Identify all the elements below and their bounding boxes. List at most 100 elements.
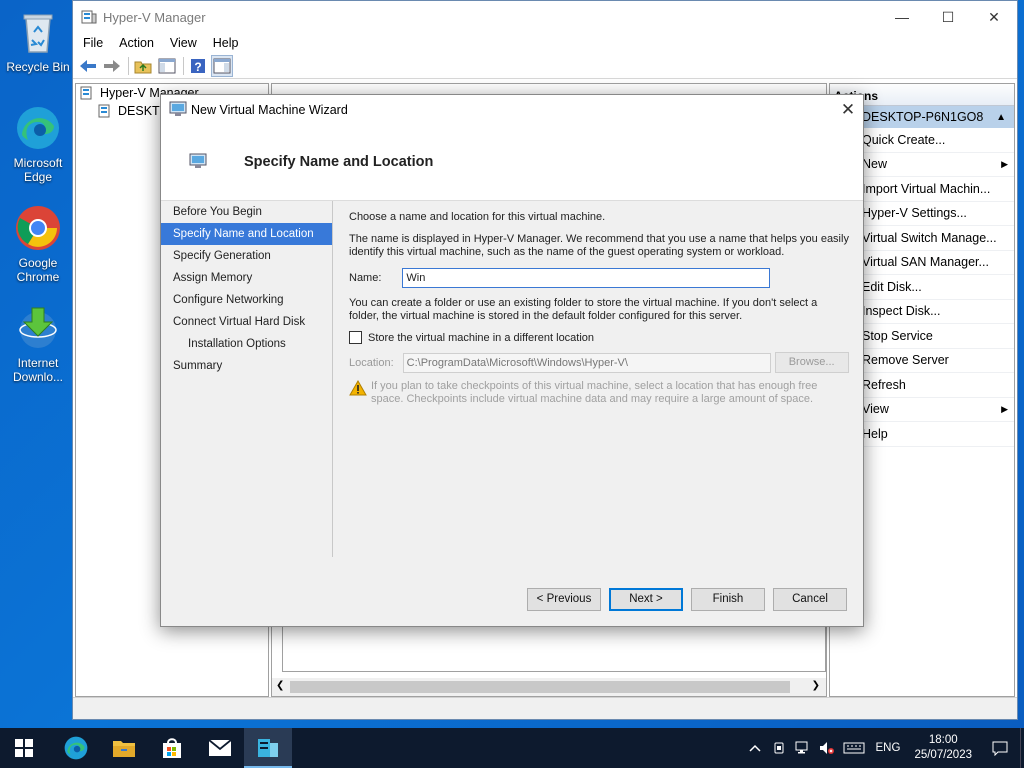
taskbar-file-explorer[interactable] xyxy=(100,728,148,768)
svg-text:?: ? xyxy=(194,60,201,74)
taskbar-hyperv-manager[interactable] xyxy=(244,728,292,768)
toolbar-separator xyxy=(183,56,184,75)
notifications-icon[interactable] xyxy=(982,740,1018,756)
wizard-buttons: < Previous Next > Finish Cancel xyxy=(519,588,847,611)
name-row: Name: Win xyxy=(349,268,849,288)
taskbar-edge[interactable] xyxy=(52,728,100,768)
toolbar-separator xyxy=(128,56,129,75)
action-label: New xyxy=(862,157,888,172)
menu-bar: File Action View Help xyxy=(73,33,1017,53)
scrollbar-thumb[interactable] xyxy=(290,681,790,693)
show-hide-action-pane-icon[interactable] xyxy=(211,54,233,77)
wizard-step[interactable]: Installation Options xyxy=(161,333,332,355)
action-label: Virtual SAN Manager... xyxy=(862,255,989,270)
desktop-icon-label: Recycle Bin xyxy=(6,60,70,74)
folder-icon xyxy=(113,741,135,757)
start-button[interactable] xyxy=(0,728,48,768)
finish-button[interactable]: Finish xyxy=(691,588,765,611)
horizontal-scrollbar[interactable]: ❮ ❯ xyxy=(272,678,826,696)
language-indicator[interactable]: ENG xyxy=(876,742,901,754)
wizard-step[interactable]: Assign Memory xyxy=(161,267,332,289)
location-input[interactable]: C:\ProgramData\Microsoft\Windows\Hyper-V… xyxy=(402,352,771,373)
wizard-heading: Specify Name and Location xyxy=(244,154,434,170)
menu-action[interactable]: Action xyxy=(111,36,162,50)
actions-host-label: DESKTOP-P6N1GO8 xyxy=(862,110,984,124)
scroll-left-icon[interactable]: ❮ xyxy=(276,680,284,691)
name-help-line-1: The name is displayed in Hyper-V Manager… xyxy=(349,233,849,245)
cancel-button[interactable]: Cancel xyxy=(773,588,847,611)
wizard-step[interactable]: Specify Name and Location xyxy=(161,223,332,245)
hyperv-app-icon xyxy=(258,739,278,757)
wizard-step[interactable]: Summary xyxy=(161,355,332,377)
show-desktop-button[interactable] xyxy=(1020,728,1024,768)
chevron-up-icon[interactable] xyxy=(744,744,766,752)
maximize-button[interactable]: ☐ xyxy=(925,1,971,33)
desktop-icon-recycle-bin[interactable]: Recycle Bin xyxy=(4,8,72,74)
network-icon[interactable] xyxy=(792,741,814,755)
back-arrow-icon[interactable] xyxy=(77,55,99,77)
warning-line-2: space. Checkpoints include virtual machi… xyxy=(371,392,814,405)
collapse-up-icon[interactable]: ▲ xyxy=(996,112,1006,123)
title-bar: Hyper-V Manager — ☐ ✕ xyxy=(73,1,1017,33)
wizard-step[interactable]: Specify Generation xyxy=(161,245,332,267)
browse-button[interactable]: Browse... xyxy=(774,352,849,373)
desktop-icon-label: Internet Downlo... xyxy=(12,356,64,384)
menu-file[interactable]: File xyxy=(75,36,111,50)
desktop-icon-chrome[interactable]: Google Chrome xyxy=(4,204,72,284)
desktop-icon-idm[interactable]: Internet Downlo... xyxy=(4,304,72,384)
checkpoint-warning: If you plan to take checkpoints of this … xyxy=(349,379,849,405)
action-label: Help xyxy=(862,426,888,441)
minimize-button[interactable]: — xyxy=(879,1,925,33)
location-row: Location: C:\ProgramData\Microsoft\Windo… xyxy=(349,352,849,373)
wizard-steps-nav: Before You Begin Specify Name and Locatio… xyxy=(161,201,333,557)
desktop-icon-label: Google Chrome xyxy=(16,256,60,284)
desktop-icon-label: Microsoft Edge xyxy=(13,156,63,184)
store-location-label[interactable]: Store the virtual machine in a different… xyxy=(368,332,594,344)
wizard-title-bar: New Virtual Machine Wizard ✕ xyxy=(161,95,863,125)
internet-download-manager-icon xyxy=(14,304,62,352)
mail-icon xyxy=(208,739,232,756)
windows-logo-icon xyxy=(15,739,33,757)
action-label: Remove Server xyxy=(862,353,949,368)
server-icon xyxy=(98,104,110,118)
name-help-line-2: identify this virtual machine, such as t… xyxy=(349,246,785,258)
action-label: Inspect Disk... xyxy=(862,304,941,319)
action-label: Import Virtual Machin... xyxy=(862,181,991,196)
vm-name-input[interactable]: Win xyxy=(402,268,771,288)
wizard-step[interactable]: Connect Virtual Hard Disk xyxy=(161,311,332,333)
next-button[interactable]: Next > xyxy=(609,588,683,611)
wizard-close-icon[interactable]: ✕ xyxy=(833,100,863,120)
store-location-checkbox[interactable] xyxy=(349,331,362,344)
menu-view[interactable]: View xyxy=(162,36,205,50)
folder-help-line-2: folder, the virtual machine is stored in… xyxy=(349,310,743,322)
wizard-header: Specify Name and Location xyxy=(161,125,863,201)
keyboard-icon[interactable] xyxy=(840,742,868,754)
name-label: Name: xyxy=(349,272,382,284)
scroll-right-icon[interactable]: ❯ xyxy=(812,680,820,691)
menu-help[interactable]: Help xyxy=(205,36,247,50)
action-label: Hyper-V Settings... xyxy=(862,206,967,221)
usb-device-icon[interactable] xyxy=(768,741,790,755)
submenu-arrow-icon: ▶ xyxy=(1001,158,1008,169)
desktop-icon-edge[interactable]: Microsoft Edge xyxy=(4,104,72,184)
up-folder-icon[interactable] xyxy=(132,55,154,77)
action-label: View xyxy=(862,402,889,417)
forward-arrow-icon[interactable] xyxy=(101,55,123,77)
show-hide-console-tree-icon[interactable] xyxy=(156,55,178,77)
previous-button[interactable]: < Previous xyxy=(527,588,601,611)
taskbar-store[interactable] xyxy=(148,728,196,768)
volume-muted-icon[interactable] xyxy=(816,741,838,755)
vm-monitor-icon xyxy=(189,153,207,172)
toolbar: ? xyxy=(73,53,1017,79)
clock-time: 18:00 xyxy=(928,734,958,746)
help-icon[interactable]: ? xyxy=(187,55,209,77)
wizard-step[interactable]: Configure Networking xyxy=(161,289,332,311)
taskbar-mail[interactable] xyxy=(196,728,244,768)
clock[interactable]: 18:00 25/07/2023 xyxy=(914,733,972,763)
wizard-step[interactable]: Before You Begin xyxy=(161,201,332,223)
window-title: Hyper-V Manager xyxy=(103,9,206,25)
recycle-bin-icon xyxy=(14,8,62,56)
hyperv-server-icon xyxy=(80,86,92,100)
wizard-content: Choose a name and location for this virt… xyxy=(349,211,849,405)
close-button[interactable]: ✕ xyxy=(971,1,1017,33)
